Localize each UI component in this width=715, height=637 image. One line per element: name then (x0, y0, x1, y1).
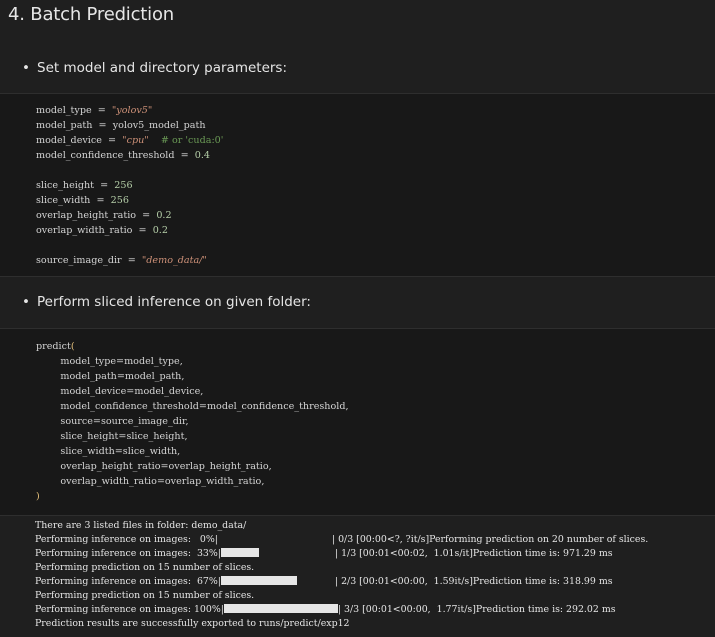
code-token: "demo_data/" (141, 255, 207, 266)
progress-bar (220, 575, 335, 589)
code-token: model_confidence_threshold = (36, 150, 195, 161)
code-line: model_path=model_path, (36, 369, 349, 384)
progress-suffix: | 3/3 [00:01<00:00, 1.77it/s]Prediction … (337, 604, 616, 615)
output-line-text: Performing prediction on 15 number of sl… (35, 562, 255, 573)
progress-prefix: Performing inference on images: 100%| (35, 604, 224, 615)
code-token: overlap_height_ratio=overlap_height_rati… (36, 461, 272, 472)
code-line: slice_height=slice_height, (36, 429, 349, 444)
code-token: ) (36, 491, 40, 502)
code-line: overlap_height_ratio=overlap_height_rati… (36, 459, 349, 474)
code-token: slice_height = (36, 180, 115, 191)
notebook-page: 4. Batch Prediction • Set model and direc… (0, 0, 715, 637)
code-token: model_device = (36, 135, 123, 146)
code-token: 0.2 (156, 210, 172, 221)
code-block[interactable]: predict( model_type=model_type, model_pa… (36, 339, 349, 504)
code-token: overlap_width_ratio = (36, 225, 153, 236)
progress-prefix: Performing inference on images: 0%| (35, 534, 218, 545)
progress-suffix: | 0/3 [00:00<?, ?it/s]Performing predict… (331, 534, 649, 545)
progress-prefix: Performing inference on images: 33%| (35, 548, 221, 559)
bullet-dot-icon: • (22, 60, 30, 76)
code-token: predict (36, 341, 71, 352)
code-token: 256 (110, 195, 129, 206)
code-token: model_type = (36, 105, 112, 116)
code-token: overlap_width_ratio=overlap_width_ratio, (36, 476, 265, 487)
output-line: Prediction results are successfully expo… (35, 617, 648, 631)
code-cell-predict[interactable]: predict( model_type=model_type, model_pa… (0, 328, 715, 516)
code-token: 256 (114, 180, 133, 191)
progress-suffix: | 1/3 [00:01<00:02, 1.01s/it]Prediction … (334, 548, 613, 559)
progress-bar-fill (220, 576, 297, 585)
code-line: model_type=model_type, (36, 354, 349, 369)
progress-bar (220, 547, 335, 561)
code-line: source_image_dir = "demo_data/" (36, 253, 223, 268)
code-line: model_path = yolov5_model_path (36, 118, 223, 133)
code-token: model_path=model_path, (36, 371, 185, 382)
bullet-dot-icon: • (22, 294, 30, 310)
code-line: model_confidence_threshold=model_confide… (36, 399, 349, 414)
code-token: "cpu" (122, 135, 149, 146)
code-token: slice_width=slice_width, (36, 446, 181, 457)
progress-suffix: | 2/3 [00:01<00:00, 1.59it/s]Prediction … (334, 576, 613, 587)
code-line: ) (36, 489, 349, 504)
code-line: slice_width=slice_width, (36, 444, 349, 459)
bullet-set-parameters: • Set model and directory parameters: (22, 60, 287, 76)
code-token: model_path = yolov5_model_path (36, 120, 206, 131)
code-block[interactable]: model_type = "yolov5" model_path = yolov5… (36, 103, 223, 268)
output-text: There are 3 listed files in folder: demo… (35, 519, 648, 631)
code-line: overlap_width_ratio = 0.2 (36, 223, 223, 238)
output-line: Performing inference on images: 33%| | 1/… (35, 547, 648, 561)
code-line: slice_height = 256 (36, 178, 223, 193)
code-line: model_device = "cpu" # or 'cuda:0' (36, 133, 223, 148)
output-line: Performing prediction on 15 number of sl… (35, 561, 648, 575)
code-token: model_confidence_threshold=model_confide… (36, 401, 349, 412)
progress-prefix: Performing inference on images: 67%| (35, 576, 221, 587)
code-line: predict( (36, 339, 349, 354)
code-line: model_type = "yolov5" (36, 103, 223, 118)
output-line-text: Performing prediction on 15 number of sl… (35, 590, 255, 601)
section-heading: 4. Batch Prediction (8, 4, 174, 25)
code-token: overlap_height_ratio = (36, 210, 157, 221)
code-token: slice_width = (36, 195, 111, 206)
code-line: overlap_width_ratio=overlap_width_ratio, (36, 474, 349, 489)
progress-bar-fill (223, 604, 338, 613)
progress-bar-fill (220, 548, 259, 557)
progress-bar (223, 603, 338, 617)
bullet-sliced-inference: • Perform sliced inference on given folde… (22, 294, 311, 310)
output-line: Performing inference on images: 100%| | 3… (35, 603, 648, 617)
code-token: slice_height=slice_height, (36, 431, 188, 442)
bullet-text: Set model and directory parameters: (37, 60, 288, 76)
output-line: Performing prediction on 15 number of sl… (35, 589, 648, 603)
code-token: # or (148, 135, 186, 146)
output-line: There are 3 listed files in folder: demo… (35, 519, 648, 533)
code-line: overlap_height_ratio = 0.2 (36, 208, 223, 223)
progress-bar (218, 533, 332, 547)
output-line: Performing inference on images: 0%| | 0/3… (35, 533, 648, 547)
code-token: "yolov5" (111, 105, 153, 116)
code-token: ( (70, 341, 75, 352)
output-line-text: Prediction results are successfully expo… (35, 618, 350, 629)
code-token: 'cuda:0' (185, 135, 224, 146)
code-token: source=source_image_dir, (36, 416, 189, 427)
code-token: 0.2 (152, 225, 168, 236)
output-line: Performing inference on images: 67%| | 2/… (35, 575, 648, 589)
code-token: model_type=model_type, (36, 356, 183, 367)
code-token: model_device=model_device, (36, 386, 204, 397)
cell-output: There are 3 listed files in folder: demo… (0, 517, 715, 637)
code-token: source_image_dir = (36, 255, 142, 266)
code-line: source=source_image_dir, (36, 414, 349, 429)
code-line: model_confidence_threshold = 0.4 (36, 148, 223, 163)
code-cell-parameters[interactable]: model_type = "yolov5" model_path = yolov5… (0, 93, 715, 277)
code-token: 0.4 (194, 150, 211, 161)
bullet-text: Perform sliced inference on given folder… (37, 294, 311, 310)
code-line: slice_width = 256 (36, 193, 223, 208)
output-line-text: There are 3 listed files in folder: demo… (35, 520, 247, 531)
code-line: model_device=model_device, (36, 384, 349, 399)
